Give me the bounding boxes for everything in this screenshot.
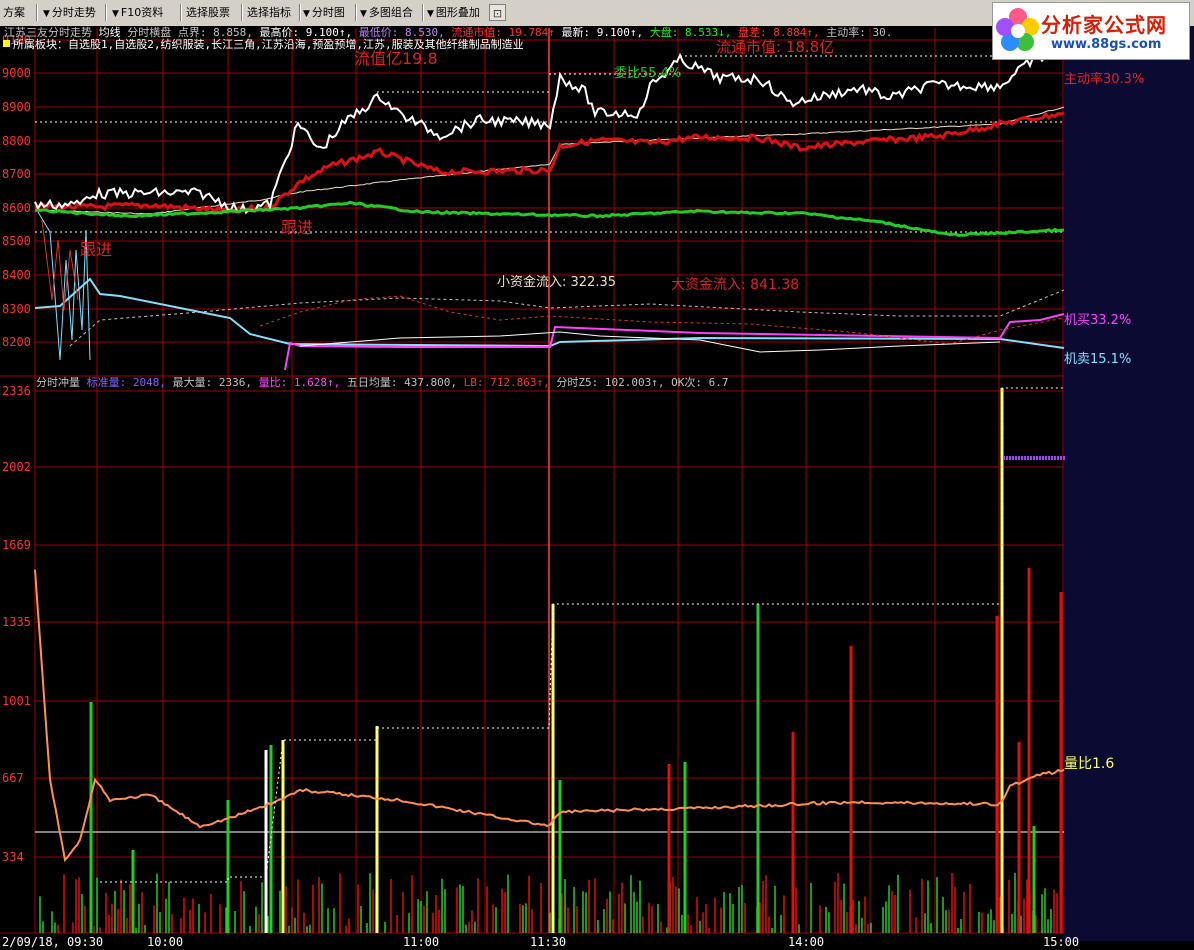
header-segment: 五日均量: 437.800, [340,376,457,389]
price-tick-label: 8800 [2,134,31,148]
toolbar-item-intraday[interactable]: ▼ 分时走势 [40,3,99,22]
dropdown-arrow-icon: ▼ [360,9,367,19]
price-tick-label: 8400 [2,268,31,282]
flower-logo-icon [996,8,1039,51]
price-tick-label: 8600 [2,201,31,215]
site-logo: 分析家公式网 www.88gs.com [992,2,1190,60]
volume-tick-label: 2002 [2,460,31,474]
time-tick-label: 2/09/18, 09:30 [2,935,103,949]
header-segment: 最大量: 2336, [166,375,252,389]
time-tick-label: 15:00 [1043,935,1079,949]
future-area [1064,26,1194,941]
volume-tick-label: 1001 [2,694,31,708]
annotation-liutong-1: 流值亿19.8 [354,49,438,68]
annotation-jimai-2: 机卖15.1% [1064,352,1131,367]
header-segment: 标准量: 2048, [80,375,166,389]
annotation-zhudong: 主动率30.3% [1064,71,1144,87]
toolbar-item-f10[interactable]: ▼ F10资料 [109,3,166,22]
toolbar-item-intraday-chart[interactable]: ▼ 分时图 [300,3,348,22]
time-tick-label: 11:00 [403,935,439,949]
header-segment: 最新: 9.100↑, [555,26,643,39]
logo-brand: 分析家公式网 [1041,13,1167,37]
toolbar-item-multi-chart[interactable]: ▼ 多图组合 [357,3,416,22]
volume-tick-label: 667 [2,771,24,785]
logo-url: www.88gs.com [1051,37,1162,52]
volume-tick-label: 2336 [2,384,31,398]
header-segment: LB: 712.863↑, [457,376,550,389]
time-tick-label: 11:30 [530,935,566,949]
annotation-liangbi: 量比1.6 [1064,756,1114,772]
header-segment: OK次: 6.7 [665,375,729,389]
header-segment: 分时冲量 [36,375,80,389]
price-tick-label: 8900 [2,100,31,114]
annotation-big-flow: 大资金流入: 841.38 [671,277,799,293]
toolbar-item-overlay[interactable]: ▼ 图形叠加 [424,3,483,22]
volume-tick-label: 1669 [2,538,31,552]
annotation-liutong-2: 流通市值: 18.8亿 [716,38,834,56]
lock-icon[interactable]: ⊡ [489,4,506,21]
price-tick-label: 8300 [2,302,31,316]
volume-tick-label: 334 [2,850,24,864]
annotation-jimai: 机买33.2% [1064,313,1131,328]
price-tick-label: 9000 [2,66,31,80]
annotation-genjin-1: 跟进 [80,240,112,259]
toolbar-item-select-stock[interactable]: 选择股票 [183,3,233,22]
annotation-weibi: 委比55.4% [614,66,681,81]
header-segment: 分时Z5: 102.003↑, [550,376,665,389]
price-tick-label: 8200 [2,335,31,349]
annotation-small-flow: 小资金流入: 322.35 [497,274,616,290]
volume-header: 分时冲量 标准量: 2048, 最大量: 2336, 量比: 1.628↑, 五… [36,375,728,389]
annotation-genjin-2: 跟进 [281,218,313,237]
price-tick-label: 8700 [2,167,31,181]
dropdown-arrow-icon: ▼ [427,9,434,19]
toolbar-item-plan[interactable]: 方案 [0,3,28,22]
volume-tick-label: 1335 [2,615,31,629]
intraday-chart: 9100900089008800870086008500840083008200… [0,26,1194,950]
header-segment: 量比: 1.628↑, [252,376,340,389]
sector-line: 所属板块：自选股1,自选股2,纺织服装,长江三角,江苏沿海,预盈预增,江苏,服装… [13,37,524,51]
time-tick-label: 14:00 [788,935,824,949]
dropdown-arrow-icon: ▼ [112,9,119,19]
toolbar-item-select-indicator[interactable]: 选择指标 [244,3,294,22]
time-tick-label: 10:00 [147,935,183,949]
dropdown-arrow-icon: ▼ [43,9,50,19]
block-marker-icon [3,40,10,47]
price-tick-label: 8500 [2,234,31,248]
dropdown-arrow-icon: ▼ [303,9,310,19]
